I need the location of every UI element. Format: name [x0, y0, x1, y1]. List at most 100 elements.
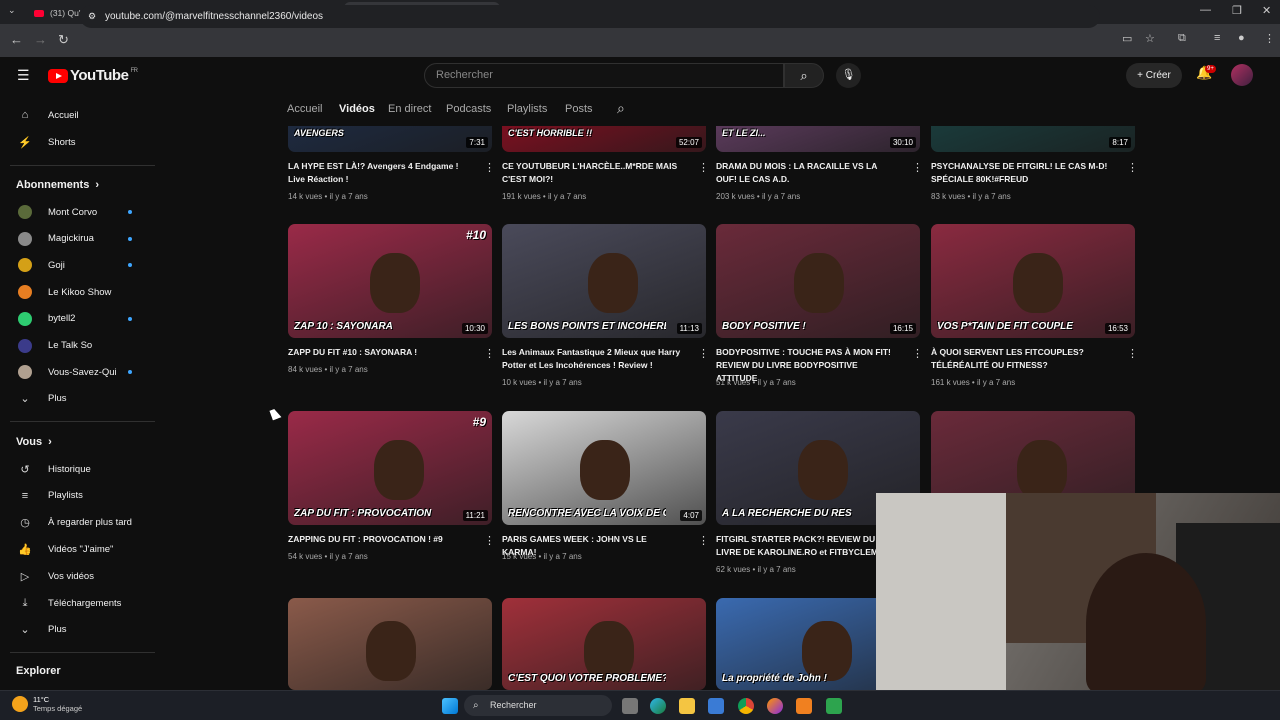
- sidebar-item[interactable]: 👍 Vidéos "J'aime": [0, 536, 155, 562]
- url-field[interactable]: ⚙ youtube.com/@marvelfitnesschannel2360/…: [80, 5, 1100, 28]
- new-content-dot: [128, 210, 132, 214]
- more-options-icon[interactable]: ⋮: [698, 347, 709, 360]
- sidebar-subscription[interactable]: Vous-Savez-Qui: [0, 359, 155, 385]
- profile-icon[interactable]: ●: [1238, 32, 1245, 44]
- search-input[interactable]: Rechercher: [424, 63, 784, 88]
- search-button[interactable]: ⌕: [784, 63, 824, 88]
- forward-icon[interactable]: →: [34, 32, 47, 47]
- store-icon[interactable]: [708, 698, 724, 714]
- tab-list-button[interactable]: ⌄: [8, 5, 16, 16]
- channel-tab[interactable]: Playlists: [507, 103, 547, 115]
- chrome-icon[interactable]: [738, 698, 754, 714]
- video-thumbnail[interactable]: ZAP 10 : SAYONARA #10 10:30: [288, 224, 492, 338]
- video-title[interactable]: CE YOUTUBEUR L'HARCÈLE..M*RDE MAIS C'EST…: [502, 160, 682, 186]
- more-options-icon[interactable]: ⋮: [1127, 161, 1138, 174]
- sidebar-subscription[interactable]: Le Kikoo Show: [0, 279, 155, 305]
- taskbar-search[interactable]: ⌕ Rechercher: [464, 695, 612, 716]
- channel-tab[interactable]: Podcasts: [446, 103, 491, 115]
- avatar[interactable]: [1231, 64, 1253, 86]
- video-duration: 10:30: [461, 323, 488, 334]
- sidebar-subscription[interactable]: Magickirua: [0, 226, 155, 252]
- app-icon[interactable]: [826, 698, 842, 714]
- weather-widget[interactable]: 11°C Temps dégagé: [12, 695, 82, 713]
- thumbnail-face: [580, 439, 630, 500]
- hamburger-menu-icon[interactable]: ☰: [17, 67, 30, 84]
- sidebar-item[interactable]: ⌂ Accueil: [0, 102, 155, 128]
- video-thumbnail[interactable]: [288, 598, 492, 690]
- video-thumbnail[interactable]: RENCONTRE AVEC LA VOIX DE GOTEN TRUNK DA…: [502, 411, 706, 525]
- video-thumbnail[interactable]: C'EST QUOI VOTRE PROBLÈME?: [502, 598, 706, 690]
- sidebar-item[interactable]: ↺ Historique: [0, 456, 155, 482]
- meta-separator: •: [965, 192, 973, 201]
- video-title[interactable]: DRAMA DU MOIS : LA RACAILLE VS LA OUF! L…: [716, 160, 896, 186]
- sidebar-subscription[interactable]: bytell2: [0, 306, 155, 332]
- video-title[interactable]: ZAPPING DU FIT : PROVOCATION ! #9: [288, 533, 468, 546]
- sidebar-item[interactable]: ▷ Vos vidéos: [0, 563, 155, 589]
- video-thumbnail[interactable]: ET LE ZI... 30:10: [716, 126, 920, 152]
- channel-search-icon[interactable]: ⌕: [617, 100, 625, 117]
- media-icon[interactable]: ≡: [1214, 32, 1220, 44]
- you-heading[interactable]: Vous ›: [16, 436, 52, 448]
- sidebar-subs-more[interactable]: ⌄ Plus: [0, 385, 155, 411]
- more-options-icon[interactable]: ⋮: [484, 534, 495, 547]
- task-view-icon[interactable]: [622, 698, 638, 714]
- video-thumbnail[interactable]: ZAP DU FIT : PROVOCATION #9 11:21: [288, 411, 492, 525]
- browser-menu-icon[interactable]: ⋮: [1264, 32, 1275, 45]
- more-options-icon[interactable]: ⋮: [484, 347, 495, 360]
- channel-tab[interactable]: Posts: [565, 103, 593, 115]
- video-thumbnail[interactable]: C'EST HORRIBLE !! 52:07: [502, 126, 706, 152]
- edge-icon[interactable]: [650, 698, 666, 714]
- thumbnail-caption: BODY POSITIVE !: [722, 321, 806, 332]
- subscription-label: Magickirua: [48, 233, 94, 245]
- youtube-logo[interactable]: YouTube FR: [48, 67, 138, 84]
- more-options-icon[interactable]: ⋮: [698, 161, 709, 174]
- channel-tab[interactable]: En direct: [388, 103, 431, 115]
- video-thumbnail[interactable]: VOS P*TAIN DE FIT COUPLE 16:53: [931, 224, 1135, 338]
- more-options-icon[interactable]: ⋮: [1127, 347, 1138, 360]
- video-thumbnail[interactable]: AVENGERS 7:31: [288, 126, 492, 152]
- channel-tab[interactable]: Vidéos: [339, 103, 375, 115]
- voice-search-button[interactable]: 🎙: [836, 63, 861, 88]
- video-views: 161 k vues: [931, 378, 970, 387]
- minimize-button[interactable]: —: [1200, 4, 1211, 16]
- back-icon[interactable]: ←: [10, 32, 23, 47]
- video-thumbnail[interactable]: BODY POSITIVE ! 16:15: [716, 224, 920, 338]
- extensions-icon[interactable]: ⧉: [1178, 32, 1186, 45]
- file-explorer-icon[interactable]: [679, 698, 695, 714]
- reload-icon[interactable]: ↻: [58, 32, 69, 48]
- channel-avatar: [18, 311, 32, 326]
- video-meta: 161 k vues • il y a 7 ans: [931, 378, 1015, 387]
- site-info-icon[interactable]: ⚙: [88, 5, 96, 28]
- subscriptions-heading[interactable]: Abonnements ›: [16, 179, 99, 191]
- video-title[interactable]: PSYCHANALYSE DE FITGIRL! LE CAS M-D! SPÉ…: [931, 160, 1111, 186]
- bookmark-star-icon[interactable]: ☆: [1145, 32, 1155, 45]
- video-thumbnail[interactable]: 8:17: [931, 126, 1135, 152]
- video-title[interactable]: ZAPP DU FIT #10 : SAYONARA !: [288, 346, 468, 359]
- close-window-button[interactable]: ✕: [1262, 4, 1271, 17]
- install-icon[interactable]: ▭: [1122, 32, 1132, 45]
- more-options-icon[interactable]: ⋮: [698, 534, 709, 547]
- create-button[interactable]: + Créer: [1126, 63, 1182, 88]
- sidebar-subscription[interactable]: Le Talk So: [0, 333, 155, 359]
- windows-start-icon[interactable]: [442, 698, 458, 714]
- sidebar-item[interactable]: ≡ Playlists: [0, 483, 155, 509]
- sidebar-subscription[interactable]: Mont Corvo: [0, 199, 155, 225]
- more-options-icon[interactable]: ⋮: [912, 161, 923, 174]
- sidebar-item[interactable]: ⚡ Shorts: [0, 129, 155, 155]
- firefox-icon[interactable]: [767, 698, 783, 714]
- video-title[interactable]: LA HYPE EST LÀ!? Avengers 4 Endgame ! Li…: [288, 160, 468, 186]
- more-options-icon[interactable]: ⋮: [912, 347, 923, 360]
- video-title[interactable]: À QUOI SERVENT LES FITCOUPLES? TÉLÉRÉALI…: [931, 346, 1111, 372]
- sidebar-you-more[interactable]: ⌄ Plus: [0, 616, 155, 642]
- maximize-button[interactable]: ❐: [1232, 4, 1242, 17]
- channel-tab[interactable]: Accueil: [287, 103, 322, 115]
- vlc-icon[interactable]: [796, 698, 812, 714]
- video-thumbnail[interactable]: LES BONS POINTS ET INCOHÉRENCES 11:13: [502, 224, 706, 338]
- video-title[interactable]: FITGIRL STARTER PACK?! REVIEW DU LIVRE D…: [716, 533, 896, 559]
- video-title[interactable]: Les Animaux Fantastique 2 Mieux que Harr…: [502, 346, 682, 372]
- sidebar-item[interactable]: ⤓ Téléchargements: [0, 590, 155, 616]
- sidebar-item[interactable]: ◷ À regarder plus tard: [0, 510, 155, 536]
- sidebar-subscription[interactable]: Goji: [0, 252, 155, 278]
- more-options-icon[interactable]: ⋮: [484, 161, 495, 174]
- video-duration: 30:10: [889, 137, 916, 148]
